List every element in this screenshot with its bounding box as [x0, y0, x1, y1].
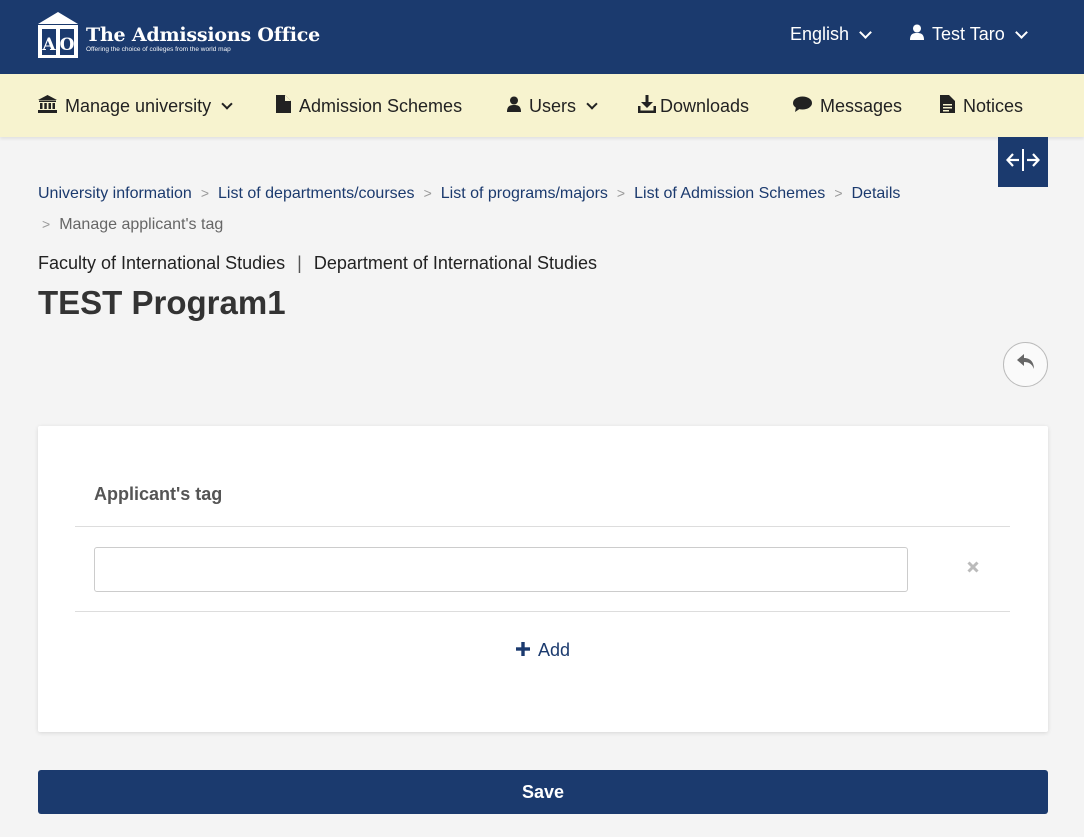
language-label: English [790, 24, 850, 44]
menu-item-admission-schemes[interactable]: Admission Schemes [276, 94, 462, 118]
menu-label: Admission Schemes [299, 95, 463, 116]
logo-subtitle: Offering the choice of colleges from the… [86, 46, 231, 53]
add-label: Add [538, 640, 571, 660]
breadcrumb-item-details[interactable]: Details [852, 185, 901, 202]
breadcrumb-item-programs[interactable]: List of programs/majors [441, 185, 608, 202]
breadcrumb-separator: > [42, 216, 51, 232]
menu-item-messages[interactable]: Messages [793, 94, 902, 118]
menu-label: Manage university [65, 95, 212, 116]
card-header: Applicant's tag [94, 484, 223, 504]
breadcrumb-separator: > [834, 185, 843, 201]
user-icon [507, 96, 521, 117]
language-dropdown[interactable]: English [790, 24, 872, 45]
breadcrumb-current: Manage applicant's tag [59, 216, 224, 233]
expand-width-button[interactable] [998, 137, 1048, 187]
menu-item-manage-university[interactable]: Manage university [38, 94, 233, 118]
download-icon [638, 94, 656, 118]
file-icon [276, 94, 291, 118]
plus-icon [516, 640, 530, 661]
user-name: Test Taro [932, 24, 1005, 44]
chevron-down-icon [859, 25, 872, 39]
divider: | [297, 253, 302, 273]
breadcrumb-separator: > [616, 185, 626, 201]
svg-text:O: O [60, 35, 75, 55]
menu-item-downloads[interactable]: Downloads [638, 94, 749, 118]
university-icon [38, 94, 57, 118]
reply-arrow-icon [1016, 354, 1035, 375]
document-icon [940, 94, 955, 118]
chevron-down-icon [586, 97, 598, 110]
logo-building-icon: A O [38, 12, 78, 58]
back-button[interactable] [1003, 342, 1048, 387]
top-header: A O The Admissions Office Offering the c… [0, 0, 1084, 74]
save-button[interactable]: Save [38, 770, 1048, 814]
menu-label: Users [529, 95, 577, 116]
logo-title: The Admissions Office [86, 24, 320, 46]
add-tag-button[interactable]: Add [516, 640, 570, 661]
breadcrumb-item-university-information[interactable]: University information [38, 185, 192, 202]
applicant-tag-card: Applicant's tag Add [38, 426, 1048, 732]
faculty-department-line: Faculty of International Studies | Depar… [38, 253, 597, 274]
applicant-tag-input[interactable] [94, 547, 908, 592]
menu-item-notices[interactable]: Notices [940, 94, 1023, 118]
chevron-down-icon [221, 97, 233, 110]
divider [75, 526, 1010, 527]
expand-horizontal-icon [1006, 148, 1040, 176]
main-menu: Manage university Admission Schemes User… [0, 74, 1084, 137]
breadcrumb-item-admission-schemes[interactable]: List of Admission Schemes [634, 185, 825, 202]
page-title: TEST Program1 [38, 284, 286, 321]
faculty-name: Faculty of International Studies [38, 253, 286, 273]
user-menu-dropdown[interactable]: Test Taro [910, 24, 1028, 45]
menu-label: Notices [963, 95, 1024, 116]
chevron-down-icon [1014, 25, 1028, 39]
remove-tag-button[interactable] [963, 559, 983, 579]
department-name: Department of International Studies [313, 253, 597, 273]
menu-item-users[interactable]: Users [507, 94, 598, 118]
svg-text:A: A [41, 35, 56, 55]
menu-label: Messages [820, 95, 903, 116]
breadcrumb-separator: > [200, 185, 210, 201]
divider [75, 611, 1010, 612]
menu-label: Downloads [660, 95, 750, 116]
logo[interactable]: A O The Admissions Office Offering the c… [38, 12, 320, 58]
user-icon [910, 24, 924, 45]
breadcrumb-separator: > [423, 185, 432, 201]
breadcrumb: University information > List of departmen… [38, 178, 958, 240]
breadcrumb-item-departments[interactable]: List of departments/courses [218, 185, 415, 202]
chat-bubble-icon [793, 96, 812, 117]
close-icon [967, 560, 979, 578]
